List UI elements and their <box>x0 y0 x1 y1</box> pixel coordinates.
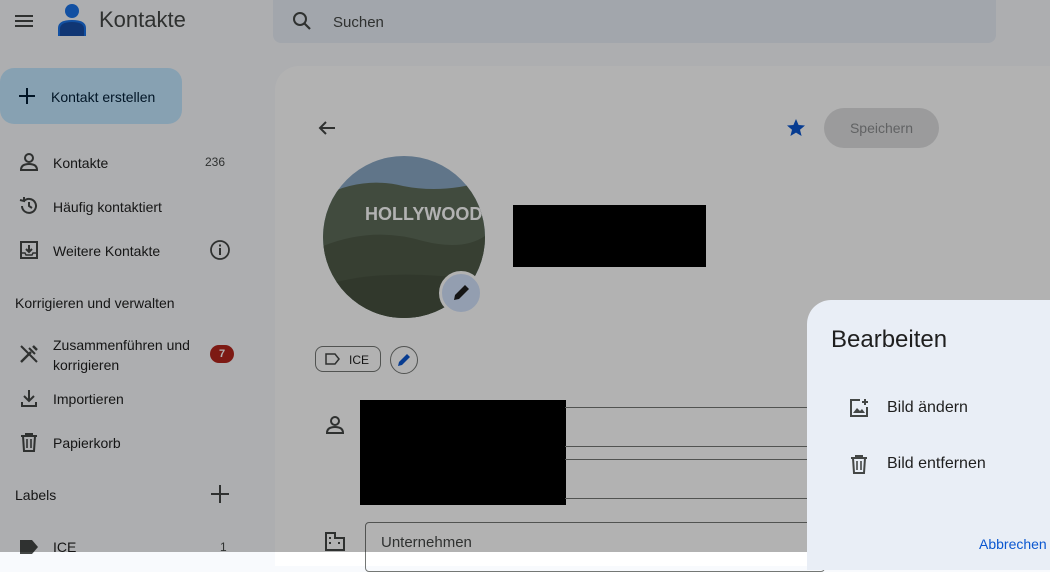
trash-icon <box>848 453 870 475</box>
change-photo-label: Bild ändern <box>887 399 968 416</box>
remove-photo-label: Bild entfernen <box>887 455 986 472</box>
dialog-title: Bearbeiten <box>831 326 948 353</box>
cancel-button[interactable]: Abbrechen <box>979 536 1047 552</box>
add-photo-icon <box>848 397 870 419</box>
